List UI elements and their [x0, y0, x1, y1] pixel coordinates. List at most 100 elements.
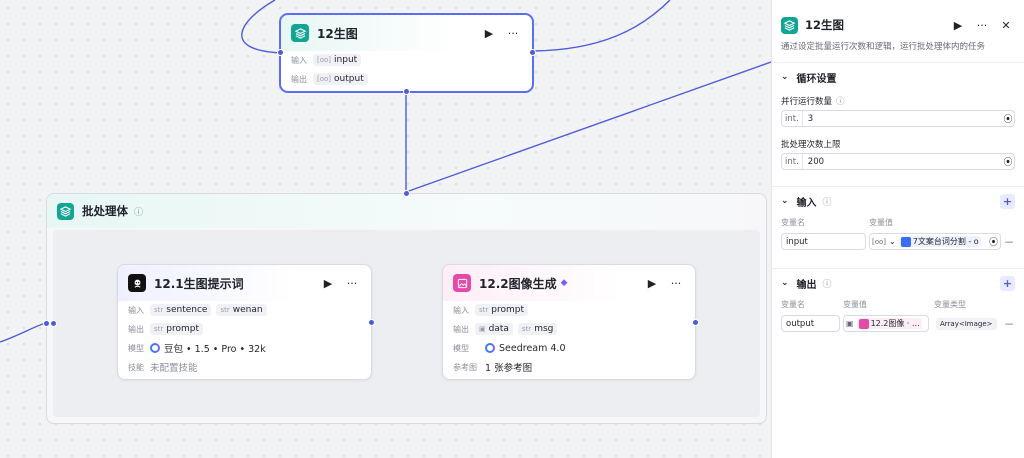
image-node-input-row: 输入 str prompt	[443, 301, 695, 319]
panel-header: 12生图 ▶ ··· ✕	[772, 12, 1024, 38]
ref-var-text: 7文案台词分割 - o	[912, 237, 979, 246]
parallel-count-value[interactable]: 3	[803, 114, 1002, 124]
run-icon[interactable]: ▶	[949, 19, 967, 32]
input-var-name-field[interactable]: input	[781, 233, 866, 250]
remove-output-button[interactable]: −	[1003, 317, 1015, 331]
seedream-model-icon	[485, 343, 495, 353]
loop-node-input-port[interactable]	[277, 49, 284, 56]
parallel-count-label: 并行运行数量 ⓘ	[781, 95, 1015, 107]
run-icon[interactable]: ▶	[643, 277, 661, 290]
panel-description: 通过设定批量运行次数和逻辑，运行批处理体内的任务	[781, 42, 986, 52]
array-type-icon: [oo]	[317, 56, 332, 64]
info-icon[interactable]: ⓘ	[823, 195, 832, 208]
more-icon[interactable]: ···	[667, 277, 685, 290]
output-var-name: msg	[534, 324, 554, 334]
parallel-count-input[interactable]: int. 3 ⦿	[781, 110, 1015, 127]
chevron-down-icon[interactable]: ⌄	[781, 196, 789, 206]
input-label: 输入	[128, 305, 144, 315]
image-node-ref-row: 参考图 1 张参考图	[443, 358, 695, 376]
skill-value: 未配置技能	[150, 363, 198, 374]
image-node-output-port[interactable]	[692, 319, 699, 326]
more-icon[interactable]: ···	[343, 277, 361, 290]
batch-limit-value[interactable]: 200	[803, 157, 1002, 167]
output-label: 输出	[453, 324, 469, 334]
run-icon[interactable]: ▶	[480, 27, 498, 40]
run-icon[interactable]: ▶	[319, 277, 337, 290]
input-label: 输入	[453, 305, 469, 315]
image-icon	[453, 274, 471, 292]
chevron-down-icon[interactable]: ⌄	[889, 237, 896, 246]
loop-node-output-port[interactable]	[529, 49, 536, 56]
parallel-count-label-text: 并行运行数量	[781, 97, 833, 107]
panel-title[interactable]: 12生图	[805, 17, 943, 33]
col-var-value: 变量值	[869, 218, 893, 227]
skill-label: 技能	[128, 362, 144, 372]
output-label: 输出	[291, 74, 307, 84]
batch-group-header[interactable]: 批处理体 ⓘ	[47, 194, 766, 228]
loop-node[interactable]: 12生图 ▶ ··· 输入 [oo] input 输出 [oo] output	[277, 14, 536, 95]
more-icon[interactable]: ···	[973, 19, 991, 32]
wire-loop-output	[532, 0, 671, 52]
stepper-icon[interactable]: ⦿	[1002, 112, 1014, 125]
close-icon[interactable]: ✕	[997, 19, 1015, 32]
input-var-row: input [oo] ⌄ 7文案台词分割 - o ⦿ −	[781, 232, 1015, 251]
add-output-button[interactable]: +	[1000, 275, 1015, 291]
model-value: Seedream 4.0	[499, 342, 566, 354]
ref-var-chip[interactable]: 7文案台词分割 - o	[898, 236, 981, 247]
output-section-header[interactable]: ⌄ 输出 ⓘ +	[781, 269, 1015, 297]
loop-settings-header[interactable]: ⌄ 循环设置	[781, 63, 1015, 91]
batch-limit-input[interactable]: int. 200 ⦿	[781, 153, 1015, 170]
col-var-value: 变量值	[843, 300, 867, 309]
input-var-tag: str prompt	[475, 304, 529, 316]
output-var-name: output	[334, 74, 364, 84]
prompt-node-title: 12.1生图提示词	[154, 276, 244, 291]
string-type-icon: str	[521, 325, 532, 333]
prompt-node-output-port[interactable]	[368, 319, 375, 326]
loop-settings-title: 循环设置	[796, 73, 837, 85]
prompt-node-output-row: 输出 str prompt	[118, 320, 371, 338]
output-var-name-field[interactable]: output	[781, 315, 840, 332]
group-input-port[interactable]	[43, 320, 50, 327]
group-top-port[interactable]	[403, 190, 410, 197]
prompt-node[interactable]: 12.1生图提示词 ▶ ··· 输入 str sentence str wenan …	[117, 264, 375, 380]
group-inner-input-port[interactable]	[50, 320, 57, 327]
input-var-name: wenan	[232, 305, 263, 315]
info-icon[interactable]: ⓘ	[134, 205, 143, 218]
output-column-headers: 变量名 变量值 变量类型	[781, 299, 1015, 312]
output-var-type-badge: Array<Image>	[936, 317, 997, 330]
more-icon[interactable]: ···	[504, 27, 522, 40]
add-input-button[interactable]: +	[1000, 193, 1015, 209]
chevron-down-icon[interactable]: ⌄	[781, 278, 789, 288]
wire-into-loop-node	[241, 0, 282, 54]
chevron-down-icon[interactable]: ⌄	[781, 72, 789, 82]
info-icon[interactable]: ⓘ	[836, 97, 845, 107]
layers-icon	[57, 202, 74, 220]
input-var-value-field[interactable]: [oo] ⌄ 7文案台词分割 - o ⦿	[869, 233, 1001, 250]
ref-var-chip[interactable]: 12.2图像 · ...	[856, 318, 922, 329]
array-type-icon: [oo]	[872, 237, 887, 246]
ref-label: 参考图	[453, 362, 477, 372]
output-section: ⌄ 输出 ⓘ + 变量名 变量值 变量类型 output ▣ 12.2图像 · …	[772, 268, 1024, 333]
prompt-node-input-row: 输入 str sentence str wenan	[118, 301, 371, 319]
loop-node-bottom-port[interactable]	[403, 88, 410, 95]
image-node-title: 12.2图像生成	[479, 276, 557, 291]
input-section-title: 输入	[796, 197, 817, 209]
wire-into-group	[0, 322, 47, 343]
doubao-model-icon	[150, 343, 160, 353]
input-var-name: sentence	[166, 305, 208, 315]
prompt-node-model-row: 模型 豆包 • 1.5 • Pro • 32k	[118, 339, 371, 357]
input-section-header[interactable]: ⌄ 输入 ⓘ +	[781, 187, 1015, 215]
output-var-value-field[interactable]: ▣ 12.2图像 · ...	[843, 315, 929, 332]
info-icon[interactable]: ⓘ	[823, 277, 832, 290]
output-var-name: prompt	[166, 324, 200, 334]
stepper-icon[interactable]: ⦿	[1002, 155, 1014, 168]
workflow-canvas[interactable]: 12生图 ▶ ··· 输入 [oo] input 输出 [oo] output 批处…	[0, 0, 771, 458]
clear-icon[interactable]: ⦿	[989, 235, 998, 248]
ref-var-text: 12.2图像 · ...	[870, 319, 920, 328]
int-unit: int.	[782, 154, 803, 169]
input-var-tag: [oo] input	[313, 54, 362, 66]
image-gen-node[interactable]: 12.2图像生成 ◆ ▶ ··· 输入 str prompt 输出 ▣ data s…	[442, 264, 699, 380]
loop-node-input-row: 输入 [oo] input	[281, 51, 532, 69]
remove-input-button[interactable]: −	[1003, 235, 1015, 249]
output-var-row: output ▣ 12.2图像 · ... Array<Image> −	[781, 314, 1015, 333]
